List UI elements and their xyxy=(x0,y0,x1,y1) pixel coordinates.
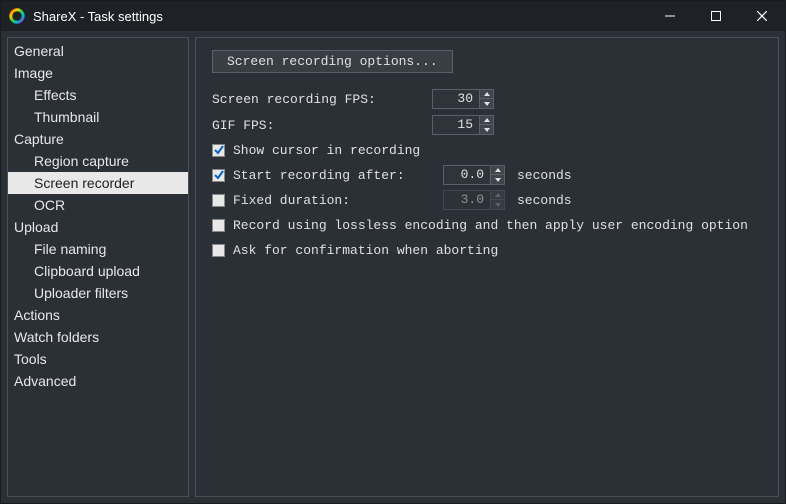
show-cursor-row: Show cursor in recording xyxy=(212,139,762,161)
sidebar-item-advanced[interactable]: Advanced xyxy=(8,370,188,392)
ask-abort-label[interactable]: Ask for confirmation when aborting xyxy=(233,243,498,258)
spinner-up-icon[interactable] xyxy=(480,90,493,99)
fixed-duration-checkbox[interactable] xyxy=(212,194,225,207)
sidebar-item-actions[interactable]: Actions xyxy=(8,304,188,326)
fixed-duration-spinner: 3.0 xyxy=(443,190,505,210)
ask-abort-checkbox[interactable] xyxy=(212,244,225,257)
sidebar-item-watch-folders[interactable]: Watch folders xyxy=(8,326,188,348)
giffps-spinner[interactable]: 15 xyxy=(432,115,494,135)
sidebar-item-effects[interactable]: Effects xyxy=(8,84,188,106)
giffps-label: GIF FPS: xyxy=(212,118,418,133)
maximize-button[interactable] xyxy=(693,1,739,31)
sidebar-item-screen-recorder[interactable]: Screen recorder xyxy=(8,172,188,194)
fps-label: Screen recording FPS: xyxy=(212,92,418,107)
sidebar-item-upload[interactable]: Upload xyxy=(8,216,188,238)
sidebar-tree[interactable]: GeneralImageEffectsThumbnailCaptureRegio… xyxy=(7,37,189,497)
lossless-checkbox[interactable] xyxy=(212,219,225,232)
ask-abort-row: Ask for confirmation when aborting xyxy=(212,239,762,261)
content: GeneralImageEffectsThumbnailCaptureRegio… xyxy=(1,31,785,503)
start-after-row: Start recording after: 0.0 seconds xyxy=(212,164,762,186)
lossless-row: Record using lossless encoding and then … xyxy=(212,214,762,236)
screen-recording-options-button[interactable]: Screen recording options... xyxy=(212,50,453,73)
window-title: ShareX - Task settings xyxy=(33,9,163,24)
giffps-row: GIF FPS: 15 xyxy=(212,113,762,137)
sidebar-item-file-naming[interactable]: File naming xyxy=(8,238,188,260)
fps-spinner[interactable]: 30 xyxy=(432,89,494,109)
spinner-up-icon[interactable] xyxy=(480,116,493,125)
start-after-spinner[interactable]: 0.0 xyxy=(443,165,505,185)
fixed-duration-value: 3.0 xyxy=(444,191,490,209)
window: ShareX - Task settings GeneralImageEffec… xyxy=(0,0,786,504)
spinner-down-icon[interactable] xyxy=(480,99,493,108)
show-cursor-label[interactable]: Show cursor in recording xyxy=(233,143,420,158)
start-after-value[interactable]: 0.0 xyxy=(444,166,490,184)
minimize-button[interactable] xyxy=(647,1,693,31)
settings-panel: Screen recording options... Screen recor… xyxy=(195,37,779,497)
spinner-down-icon xyxy=(491,200,504,209)
app-icon xyxy=(9,8,25,24)
lossless-label[interactable]: Record using lossless encoding and then … xyxy=(233,218,748,233)
sidebar-item-general[interactable]: General xyxy=(8,40,188,62)
start-after-checkbox[interactable] xyxy=(212,169,225,182)
giffps-value[interactable]: 15 xyxy=(433,116,479,134)
fps-row: Screen recording FPS: 30 xyxy=(212,87,762,111)
sidebar-item-uploader-filters[interactable]: Uploader filters xyxy=(8,282,188,304)
spinner-up-icon xyxy=(491,191,504,200)
sidebar-item-ocr[interactable]: OCR xyxy=(8,194,188,216)
sidebar-item-tools[interactable]: Tools xyxy=(8,348,188,370)
sidebar-item-image[interactable]: Image xyxy=(8,62,188,84)
spinner-down-icon[interactable] xyxy=(491,175,504,184)
start-after-unit: seconds xyxy=(517,168,572,183)
sidebar-item-thumbnail[interactable]: Thumbnail xyxy=(8,106,188,128)
spinner-up-icon[interactable] xyxy=(491,166,504,175)
fixed-duration-unit: seconds xyxy=(517,193,572,208)
sidebar-item-clipboard-upload[interactable]: Clipboard upload xyxy=(8,260,188,282)
fixed-duration-row: Fixed duration: 3.0 seconds xyxy=(212,189,762,211)
fixed-duration-label[interactable]: Fixed duration: xyxy=(233,193,443,208)
spinner-down-icon[interactable] xyxy=(480,125,493,134)
sidebar-item-capture[interactable]: Capture xyxy=(8,128,188,150)
start-after-label[interactable]: Start recording after: xyxy=(233,168,443,183)
show-cursor-checkbox[interactable] xyxy=(212,144,225,157)
close-button[interactable] xyxy=(739,1,785,31)
titlebar: ShareX - Task settings xyxy=(1,1,785,31)
fps-value[interactable]: 30 xyxy=(433,90,479,108)
sidebar-item-region-capture[interactable]: Region capture xyxy=(8,150,188,172)
